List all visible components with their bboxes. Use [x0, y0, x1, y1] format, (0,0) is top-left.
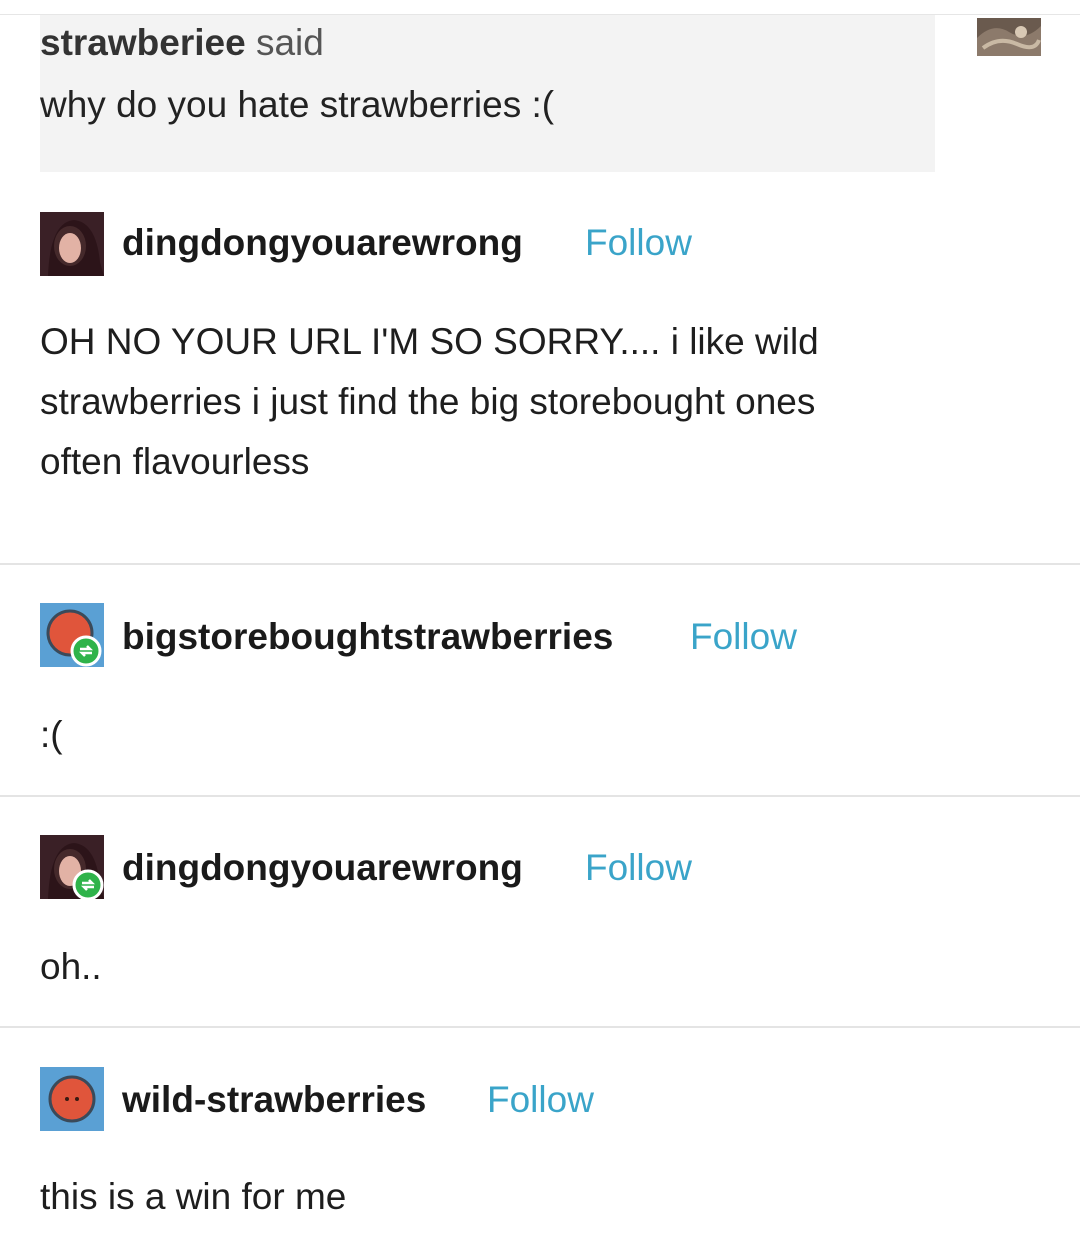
post-body: :(	[40, 714, 63, 755]
follow-button[interactable]: Follow	[585, 222, 692, 264]
asker-name[interactable]: strawberiee	[40, 22, 246, 63]
ask-question: why do you hate strawberries :(	[40, 84, 555, 125]
photo-avatar-icon[interactable]	[40, 212, 104, 276]
ask-said-label: said	[255, 22, 324, 63]
photo-avatar-icon[interactable]	[40, 835, 104, 899]
follow-button[interactable]: Follow	[585, 847, 692, 889]
post-username[interactable]: bigstoreboughtstrawberries	[122, 616, 613, 658]
follow-button[interactable]: Follow	[690, 616, 797, 658]
post-body: OH NO YOUR URL I'M SO SORRY.... i like w…	[40, 321, 819, 482]
post-body: oh..	[40, 946, 102, 987]
corner-avatar-icon[interactable]	[977, 18, 1041, 56]
post-divider	[0, 1026, 1080, 1028]
post-divider	[0, 795, 1080, 797]
post-username[interactable]: dingdongyouarewrong	[122, 222, 523, 264]
strawberry-avatar-icon[interactable]	[40, 1067, 104, 1131]
follow-button[interactable]: Follow	[487, 1079, 594, 1121]
post-username[interactable]: dingdongyouarewrong	[122, 847, 523, 889]
post-username[interactable]: wild-strawberries	[122, 1079, 426, 1121]
post-divider	[0, 563, 1080, 565]
strawberry-avatar-icon[interactable]	[40, 603, 104, 667]
ask-header: strawberiee said	[40, 22, 324, 64]
post-body: this is a win for me	[40, 1176, 347, 1217]
